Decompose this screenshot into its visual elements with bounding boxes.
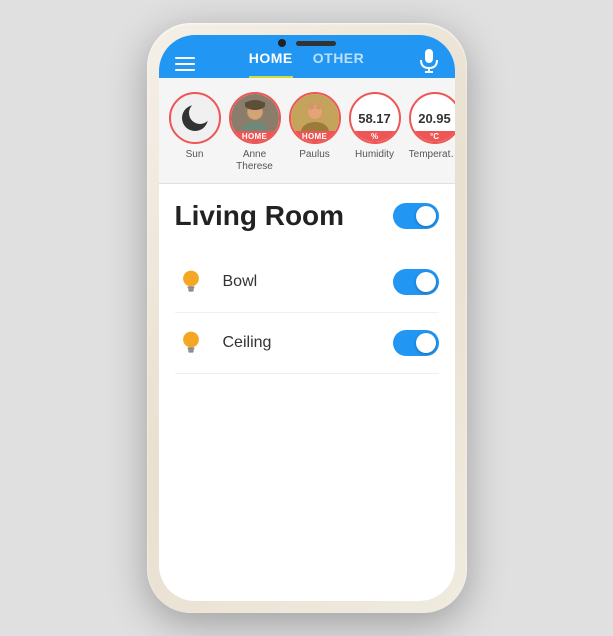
temperature-unit: °C <box>411 131 455 142</box>
device-sun-circle <box>169 92 221 144</box>
ceiling-name: Ceiling <box>223 334 393 352</box>
phone-sensors <box>159 35 455 47</box>
device-humidity-circle: 58.17 % <box>349 92 401 144</box>
phone-frame: HOME OTHER <box>147 23 467 613</box>
tab-other[interactable]: OTHER <box>313 50 365 78</box>
device-anne-label: AnneTherese <box>236 149 273 173</box>
device-humidity-label: Humidity <box>355 149 394 161</box>
anne-badge: HOME <box>231 131 279 142</box>
app-screen: HOME OTHER <box>159 35 455 601</box>
ceiling-toggle[interactable] <box>393 330 439 356</box>
humidity-unit: % <box>351 131 399 142</box>
humidity-value: 58.17 <box>358 112 391 125</box>
device-sun-label: Sun <box>186 149 204 161</box>
room-toggle[interactable] <box>393 203 439 229</box>
device-temperature-label: Temperat… <box>409 149 455 161</box>
room-header: Living Room <box>175 200 439 232</box>
list-item-bowl: Bowl <box>175 252 439 313</box>
device-anne[interactable]: HOME AnneTherese <box>229 92 281 173</box>
device-paulus-label: Paulus <box>299 149 330 161</box>
device-paulus-circle: HOME <box>289 92 341 144</box>
bowl-name: Bowl <box>223 273 393 291</box>
list-item-ceiling: Ceiling <box>175 313 439 374</box>
room-title: Living Room <box>175 200 345 232</box>
devices-row: Sun <box>159 78 455 184</box>
menu-button[interactable] <box>175 57 195 71</box>
bulb-icon-ceiling <box>175 327 207 359</box>
device-temperature[interactable]: 20.95 °C Temperat… <box>409 92 455 173</box>
main-content: Living Room Bowl <box>159 184 455 601</box>
device-sun[interactable]: Sun <box>169 92 221 173</box>
paulus-badge: HOME <box>291 131 339 142</box>
speaker <box>296 41 336 46</box>
phone-screen: HOME OTHER <box>159 35 455 601</box>
device-temperature-circle: 20.95 °C <box>409 92 455 144</box>
bulb-icon-bowl <box>175 266 207 298</box>
device-paulus[interactable]: HOME Paulus <box>289 92 341 173</box>
tab-home[interactable]: HOME <box>249 50 293 78</box>
mic-button[interactable] <box>419 49 439 78</box>
nav-tabs: HOME OTHER <box>249 50 365 78</box>
moon-icon <box>182 105 208 131</box>
device-anne-circle: HOME <box>229 92 281 144</box>
bowl-toggle[interactable] <box>393 269 439 295</box>
front-camera <box>278 39 286 47</box>
temperature-value: 20.95 <box>418 112 451 125</box>
device-humidity[interactable]: 58.17 % Humidity <box>349 92 401 173</box>
